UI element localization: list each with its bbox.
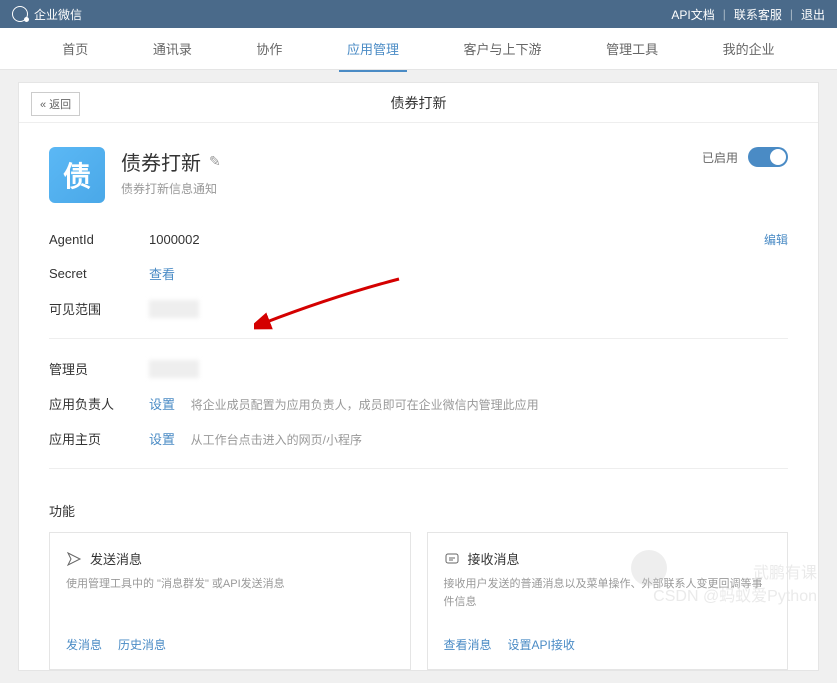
brand-logo-icon bbox=[12, 6, 28, 22]
receive-title: 接收消息 bbox=[468, 549, 520, 568]
send-title: 发送消息 bbox=[90, 549, 142, 568]
enable-toggle[interactable] bbox=[748, 147, 788, 167]
nav-collab[interactable]: 协作 bbox=[248, 27, 290, 70]
owner-hint: 将企业成员配置为应用负责人，成员即可在企业微信内管理此应用 bbox=[191, 398, 539, 412]
scope-value-hidden bbox=[149, 300, 199, 318]
receive-message-card: 接收消息 接收用户发送的普通消息以及菜单操作、外部联系人变更回调等事件信息 查看… bbox=[427, 532, 789, 670]
main-nav: 首页 通讯录 协作 应用管理 客户与上下游 管理工具 我的企业 bbox=[0, 28, 837, 70]
contact-link[interactable]: 联系客服 bbox=[734, 6, 782, 23]
edit-name-icon[interactable]: ✎ bbox=[209, 153, 221, 170]
page-header: « 返回 债券打新 bbox=[19, 83, 818, 123]
app-desc: 债券打新信息通知 bbox=[121, 180, 702, 197]
receive-icon bbox=[444, 551, 460, 567]
scope-label: 可见范围 bbox=[49, 299, 149, 318]
api-doc-link[interactable]: API文档 bbox=[671, 6, 714, 23]
nav-contacts[interactable]: 通讯录 bbox=[145, 27, 200, 70]
secret-label: Secret bbox=[49, 266, 149, 281]
nav-company[interactable]: 我的企业 bbox=[715, 27, 783, 70]
send-message-card: 发送消息 使用管理工具中的 "消息群发" 或API发送消息 发消息 历史消息 bbox=[49, 532, 411, 670]
receive-desc: 接收用户发送的普通消息以及菜单操作、外部联系人变更回调等事件信息 bbox=[444, 576, 772, 612]
func-section-title: 功能 bbox=[19, 481, 818, 532]
send-action-history[interactable]: 历史消息 bbox=[118, 636, 166, 653]
agentid-label: AgentId bbox=[49, 232, 149, 247]
homepage-set-link[interactable]: 设置 bbox=[149, 432, 175, 447]
edit-link[interactable]: 编辑 bbox=[764, 231, 788, 248]
app-name: 债券打新 bbox=[121, 147, 201, 176]
owner-label: 应用负责人 bbox=[49, 394, 149, 413]
top-bar: 企业微信 API文档 | 联系客服 | 退出 bbox=[0, 0, 837, 28]
page-card: « 返回 债券打新 债 债券打新 ✎ 债券打新信息通知 已启用 AgentId … bbox=[18, 82, 819, 671]
func-cards: 发送消息 使用管理工具中的 "消息群发" 或API发送消息 发消息 历史消息 接… bbox=[19, 532, 818, 670]
nav-customers[interactable]: 客户与上下游 bbox=[456, 27, 550, 70]
send-desc: 使用管理工具中的 "消息群发" 或API发送消息 bbox=[66, 576, 394, 612]
homepage-hint: 从工作台点击进入的网页/小程序 bbox=[191, 433, 362, 447]
send-action-send[interactable]: 发消息 bbox=[66, 636, 102, 653]
nav-tools[interactable]: 管理工具 bbox=[598, 27, 666, 70]
send-icon bbox=[66, 551, 82, 567]
nav-apps[interactable]: 应用管理 bbox=[339, 27, 407, 72]
divider: | bbox=[790, 7, 793, 21]
back-button[interactable]: « 返回 bbox=[31, 92, 80, 116]
status-label: 已启用 bbox=[702, 149, 738, 166]
page-title: 债券打新 bbox=[391, 93, 447, 113]
logout-link[interactable]: 退出 bbox=[801, 6, 825, 23]
admin-value-hidden bbox=[149, 360, 199, 378]
watermark-avatar bbox=[631, 550, 667, 586]
admin-label: 管理员 bbox=[49, 359, 149, 378]
info-section: AgentId 1000002 编辑 Secret 查看 可见范围 管理员 应用… bbox=[19, 223, 818, 469]
divider: | bbox=[723, 7, 726, 21]
owner-set-link[interactable]: 设置 bbox=[149, 397, 175, 412]
nav-home[interactable]: 首页 bbox=[54, 27, 96, 70]
receive-action-api[interactable]: 设置API接收 bbox=[508, 636, 575, 653]
agentid-value: 1000002 bbox=[149, 232, 764, 247]
top-right-links: API文档 | 联系客服 | 退出 bbox=[671, 6, 825, 23]
brand-area: 企业微信 bbox=[12, 6, 82, 23]
secret-view-link[interactable]: 查看 bbox=[149, 267, 175, 282]
app-header: 债 债券打新 ✎ 债券打新信息通知 已启用 bbox=[19, 123, 818, 223]
brand-name: 企业微信 bbox=[34, 6, 82, 23]
homepage-label: 应用主页 bbox=[49, 429, 149, 448]
app-icon: 债 bbox=[49, 147, 105, 203]
receive-action-view[interactable]: 查看消息 bbox=[444, 636, 492, 653]
